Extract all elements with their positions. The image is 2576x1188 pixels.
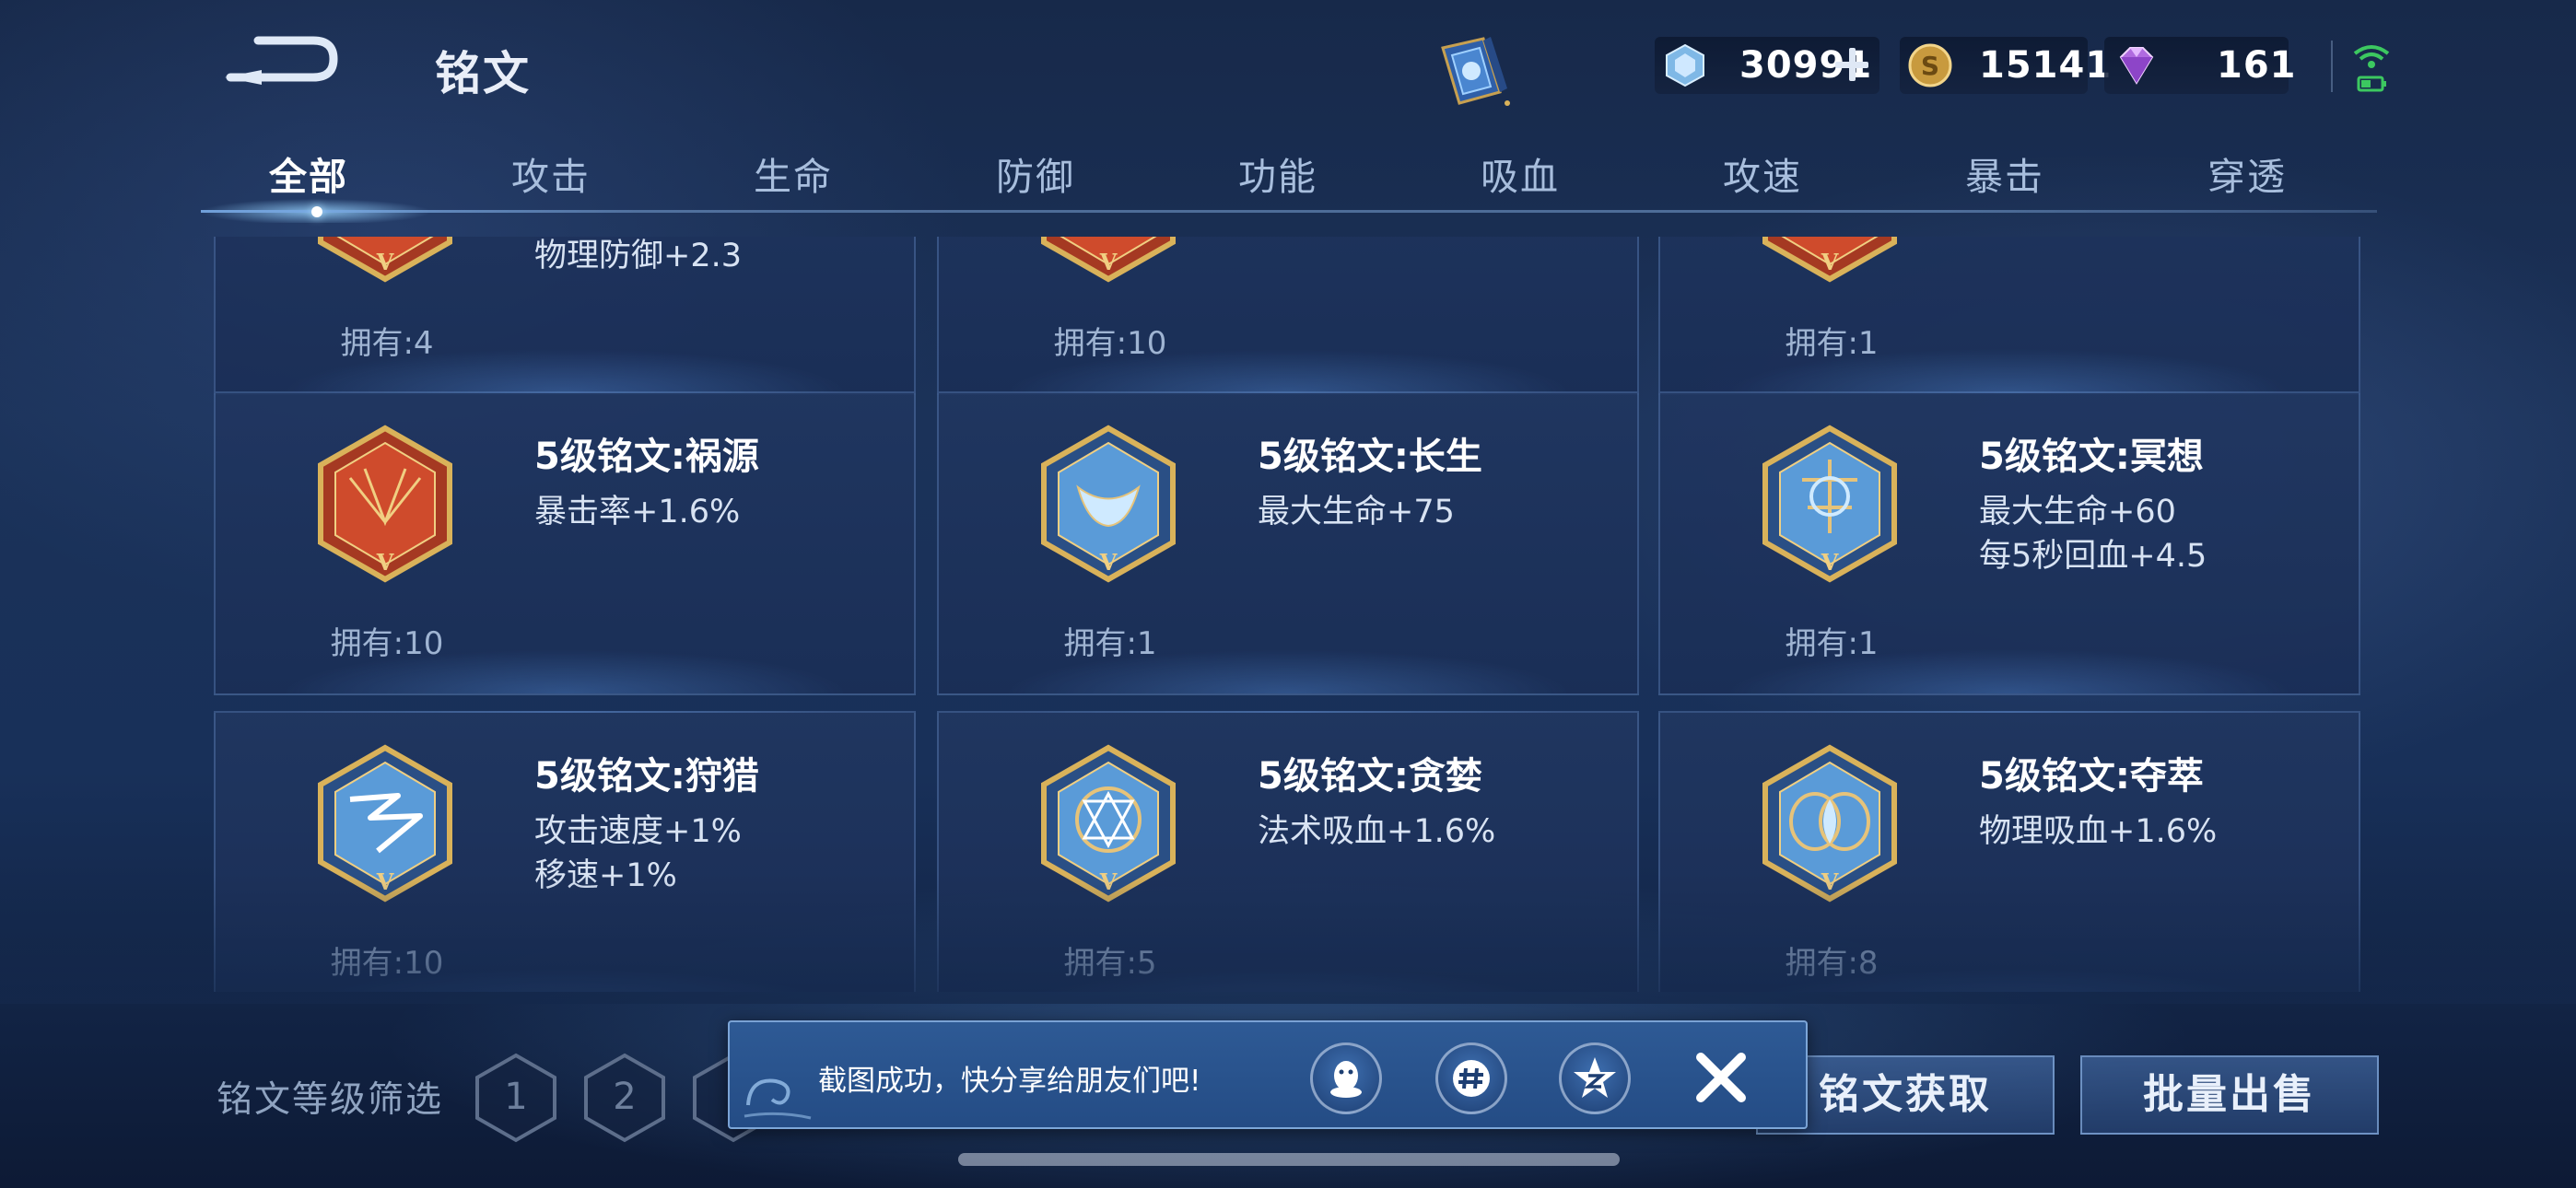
rune-stat: 法术吸血+1.6% [1258,813,1496,850]
rune-card-shoulie[interactable]: 5级铭文:狩猎 攻击速度+1% 移速+1% 拥有:10 [214,711,916,992]
rune-name: 5级铭文:狩猎 [534,755,759,798]
owned-count: 拥有:1 [1785,325,1879,362]
rune-card-duocui[interactable]: 5级铭文:夺萃 物理吸血+1.6% 拥有:8 [1658,711,2360,992]
home-indicator[interactable] [958,1153,1620,1166]
rune-blue-icon [1036,423,1180,585]
share-qzone-button[interactable] [1559,1042,1631,1114]
rune-card-changsheng[interactable]: 5级铭文:长生 最大生命+75 拥有:1 [937,391,1639,695]
share-wechat-button[interactable] [1435,1042,1507,1114]
add-currency-button[interactable] [1833,46,1870,83]
rune-stat: 最大生命+60 [1979,494,2176,530]
rune-book-icon[interactable] [1426,31,1518,114]
gold-coin-icon: S [1907,42,1953,88]
back-arrow-icon[interactable] [221,29,341,94]
level-filter-label: 铭文等级筛选 [217,1079,444,1121]
batch-sell-button[interactable]: 批量出售 [2080,1055,2379,1135]
tab-defense[interactable]: 防御 [925,146,1146,201]
rune-stat: 移速+1% [534,857,677,894]
rune-red-icon [313,423,457,585]
divider [2331,41,2333,92]
diamond-coupon-icon [1662,42,1708,88]
screenshot-share-toast: 截图成功，快分享给朋友们吧! [728,1020,1808,1129]
owned-count: 拥有:4 [340,325,434,362]
level-filter-1[interactable]: 1 [470,1052,562,1144]
tab-lifesteal[interactable]: 吸血 [1410,146,1631,201]
rune-name: 5级铭文:祸源 [534,436,759,478]
rune-stat: 暴击率+1.6% [534,494,741,530]
toast-message: 截图成功，快分享给朋友们吧! [818,1065,1201,1098]
owned-count: 拥有:10 [330,625,444,662]
gold-counter: S 15141 [1900,37,2111,94]
rune-name: 5级铭文:长生 [1258,436,1482,478]
tab-critical[interactable]: 暴击 [1894,146,2115,201]
rune-card[interactable]: 拥有:10 [937,237,1639,395]
rune-stat: 每5秒回血+4.5 [1979,538,2207,575]
rune-stat: 最大生命+75 [1258,494,1455,530]
active-tab-marker [311,206,322,217]
diamond-coupon-counter: 30991 [1655,37,1879,94]
wifi-battery-icon [2351,41,2392,96]
owned-count: 拥有:8 [1785,945,1879,982]
level-filter-2[interactable]: 2 [579,1052,671,1144]
rune-name: 5级铭文:贪婪 [1258,755,1482,798]
tab-health[interactable]: 生命 [683,146,904,201]
qzone-star-icon [1574,1057,1616,1098]
rune-blue-icon [313,742,457,904]
tab-underline [201,210,2377,213]
rune-name: 5级铭文:冥想 [1979,436,2204,478]
rune-red-icon [1758,237,1902,285]
rune-card-tanlan[interactable]: 5级铭文:贪婪 法术吸血+1.6% 拥有:5 [937,711,1639,992]
owned-count: 拥有:1 [1785,625,1879,662]
page-title: 铭文 [435,47,531,100]
rune-blue-icon [1036,742,1180,904]
rune-card-mingxiang[interactable]: 5级铭文:冥想 最大生命+60 每5秒回血+4.5 拥有:1 [1658,391,2360,695]
rune-stat: 物理防御+2.3 [534,238,742,274]
owned-count: 拥有:5 [1063,945,1157,982]
rune-name: 5级铭文:夺萃 [1979,755,2204,798]
rune-grid[interactable]: 物理防御+2.3 拥有:4 拥有:10 拥有:1 5级铭文:祸源 暴击率+1.6… [0,237,2576,992]
top-bar: 铭文 30991 S 15141 161 [0,0,2576,138]
gem-counter: 161 [2104,37,2296,94]
close-icon[interactable] [1688,1044,1754,1111]
rune-red-icon [313,237,457,285]
rune-red-icon [1036,237,1180,285]
tab-penetration[interactable]: 穿透 [2137,146,2358,201]
rune-card-huoyuan[interactable]: 5级铭文:祸源 暴击率+1.6% 拥有:10 [214,391,916,695]
rune-blue-icon [1758,423,1902,585]
share-qq-button[interactable] [1310,1042,1382,1114]
purple-gem-icon [2112,42,2158,88]
rune-stat: 物理吸血+1.6% [1979,813,2218,850]
tab-utility[interactable]: 功能 [1167,146,1388,201]
rune-stat: 攻击速度+1% [534,813,742,850]
tab-all[interactable]: 全部 [198,146,419,201]
hashtag-icon [1453,1060,1490,1097]
owned-count: 拥有:10 [330,945,444,982]
tab-attack[interactable]: 攻击 [440,146,662,201]
cloud-swirl-icon [741,1059,814,1124]
category-tabs: 全部 攻击 生命 防御 功能 吸血 攻速 暴击 穿透 [198,138,2382,221]
rune-card[interactable]: 物理防御+2.3 拥有:4 [214,237,916,395]
tab-attack-speed[interactable]: 攻速 [1652,146,1873,201]
rune-card[interactable]: 拥有:1 [1658,237,2360,395]
svg-text:S: S [1921,51,1939,81]
owned-count: 拥有:10 [1053,325,1167,362]
qq-penguin-icon [1330,1061,1362,1098]
owned-count: 拥有:1 [1063,625,1157,662]
rune-blue-icon [1758,742,1902,904]
